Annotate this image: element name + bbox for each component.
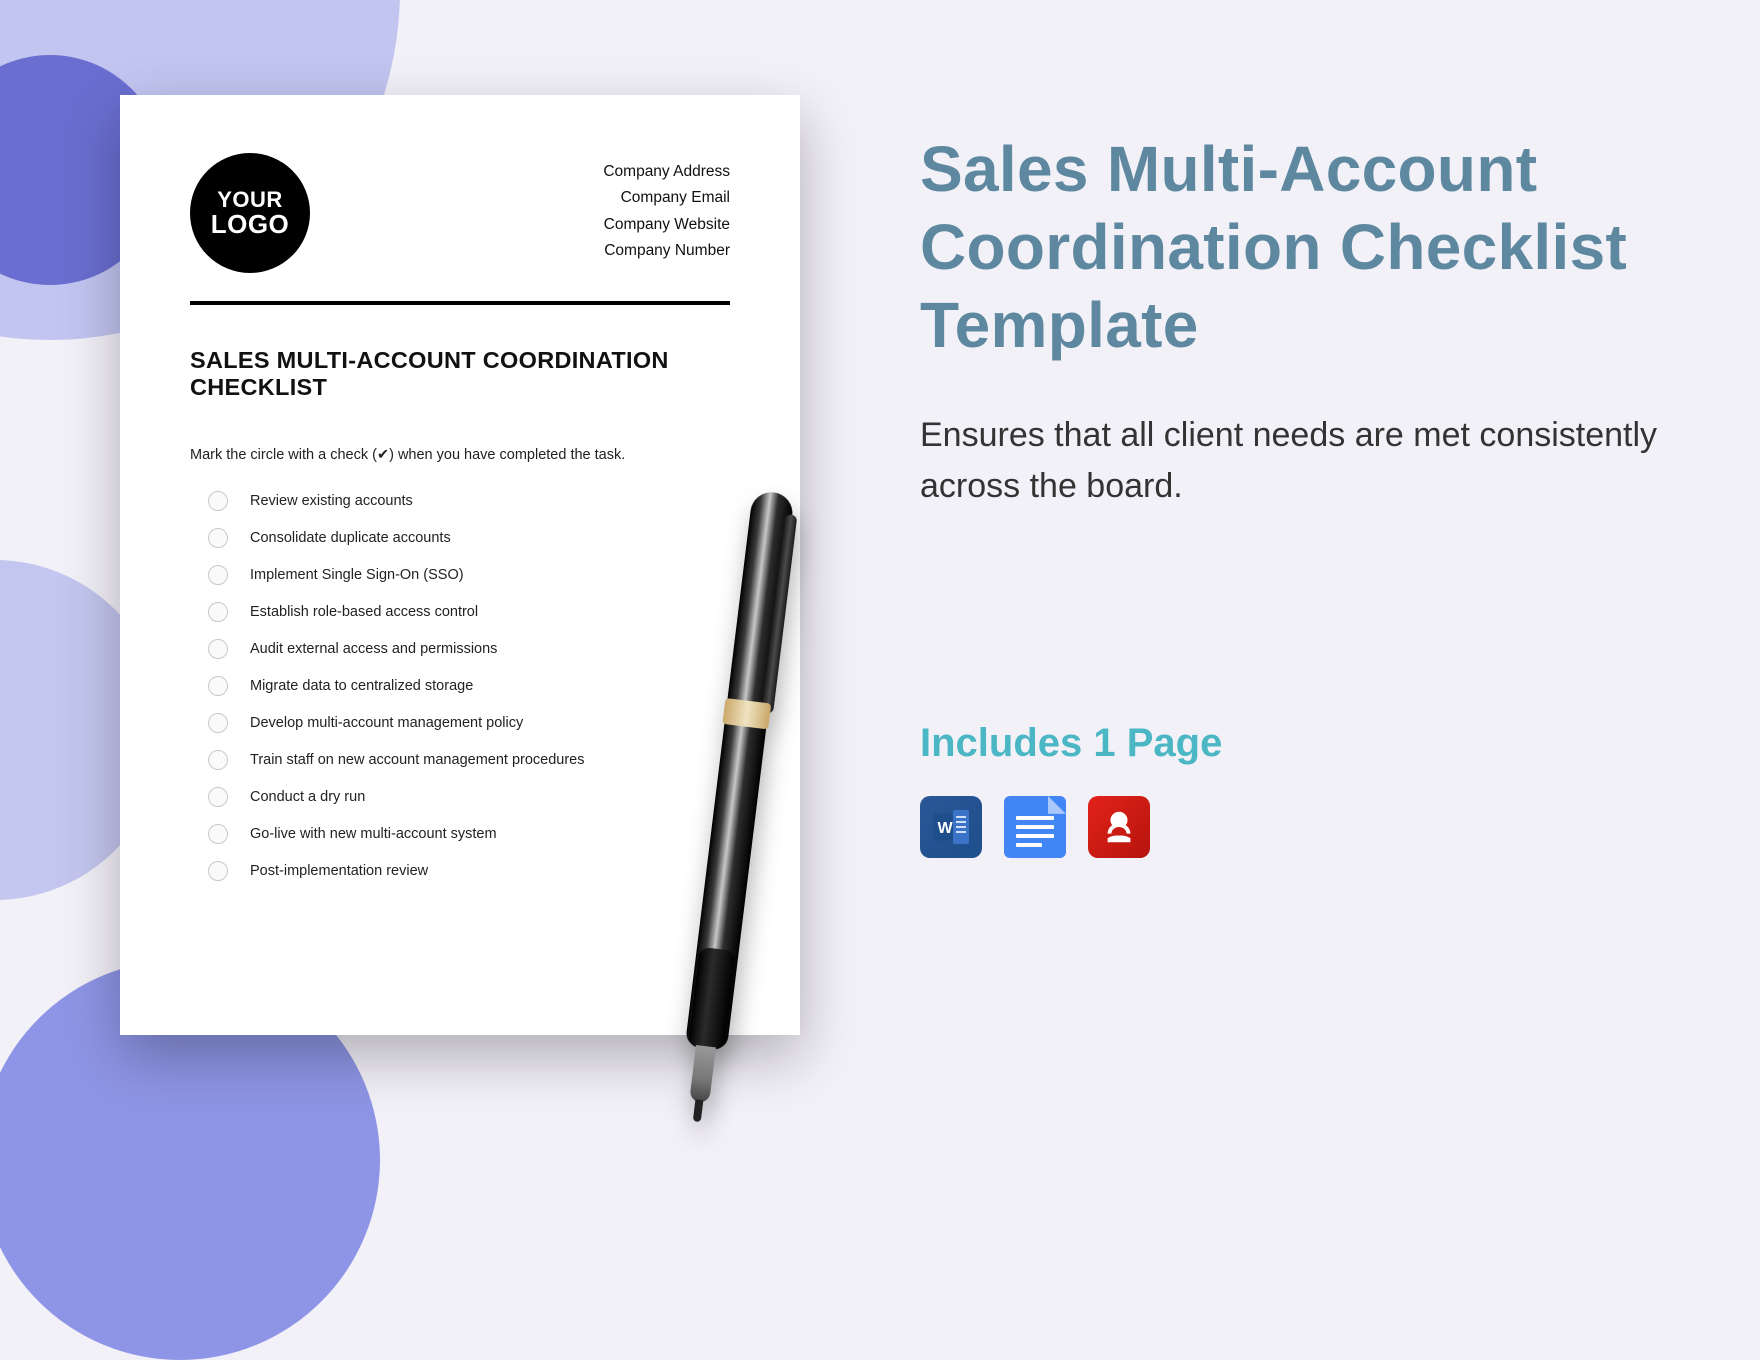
- checkbox-icon: [208, 528, 228, 548]
- template-title: Sales Multi-Account Coordination Checkli…: [920, 130, 1700, 364]
- checkbox-icon: [208, 676, 228, 696]
- list-item: Train staff on new account management pr…: [208, 750, 730, 770]
- pdf-icon: [1088, 796, 1150, 858]
- company-meta: Company Address Company Email Company We…: [603, 153, 730, 264]
- company-website: Company Website: [603, 212, 730, 238]
- item-label: Audit external access and permissions: [250, 641, 497, 657]
- item-label: Go-live with new multi-account system: [250, 826, 497, 842]
- list-item: Conduct a dry run: [208, 787, 730, 807]
- list-item: Implement Single Sign-On (SSO): [208, 565, 730, 585]
- item-label: Establish role-based access control: [250, 604, 478, 620]
- includes-label: Includes 1 Page: [920, 721, 1700, 766]
- item-label: Post-implementation review: [250, 863, 428, 879]
- item-label: Migrate data to centralized storage: [250, 678, 473, 694]
- list-item: Post-implementation review: [208, 861, 730, 881]
- list-item: Go-live with new multi-account system: [208, 824, 730, 844]
- list-item: Review existing accounts: [208, 491, 730, 511]
- item-label: Review existing accounts: [250, 493, 413, 509]
- logo-line-1: YOUR: [217, 188, 283, 211]
- checkbox-icon: [208, 565, 228, 585]
- item-label: Implement Single Sign-On (SSO): [250, 567, 464, 583]
- list-item: Establish role-based access control: [208, 602, 730, 622]
- checkbox-icon: [208, 750, 228, 770]
- logo-line-2: LOGO: [211, 211, 290, 238]
- format-icons: W: [920, 796, 1700, 858]
- company-address: Company Address: [603, 159, 730, 185]
- checkbox-icon: [208, 787, 228, 807]
- list-item: Audit external access and permissions: [208, 639, 730, 659]
- list-item: Develop multi-account management policy: [208, 713, 730, 733]
- item-label: Conduct a dry run: [250, 789, 365, 805]
- logo-placeholder: YOUR LOGO: [190, 153, 310, 273]
- document-title: SALES MULTI-ACCOUNT COORDINATION CHECKLI…: [190, 347, 730, 401]
- company-number: Company Number: [603, 238, 730, 264]
- checkbox-icon: [208, 491, 228, 511]
- document-header: YOUR LOGO Company Address Company Email …: [190, 153, 730, 273]
- checkbox-icon: [208, 713, 228, 733]
- template-description: Ensures that all client needs are met co…: [920, 410, 1700, 511]
- item-label: Train staff on new account management pr…: [250, 752, 585, 768]
- company-email: Company Email: [603, 185, 730, 211]
- checklist: Review existing accounts Consolidate dup…: [190, 491, 730, 881]
- promo-panel: Sales Multi-Account Coordination Checkli…: [920, 130, 1700, 858]
- checkbox-icon: [208, 824, 228, 844]
- checkbox-icon: [208, 861, 228, 881]
- svg-text:W: W: [937, 820, 953, 837]
- item-label: Develop multi-account management policy: [250, 715, 523, 731]
- list-item: Migrate data to centralized storage: [208, 676, 730, 696]
- instruction-text: Mark the circle with a check (✔) when yo…: [190, 447, 730, 463]
- checkbox-icon: [208, 602, 228, 622]
- item-label: Consolidate duplicate accounts: [250, 530, 451, 546]
- divider: [190, 301, 730, 305]
- google-docs-icon: [1004, 796, 1066, 858]
- word-icon: W: [920, 796, 982, 858]
- checkbox-icon: [208, 639, 228, 659]
- list-item: Consolidate duplicate accounts: [208, 528, 730, 548]
